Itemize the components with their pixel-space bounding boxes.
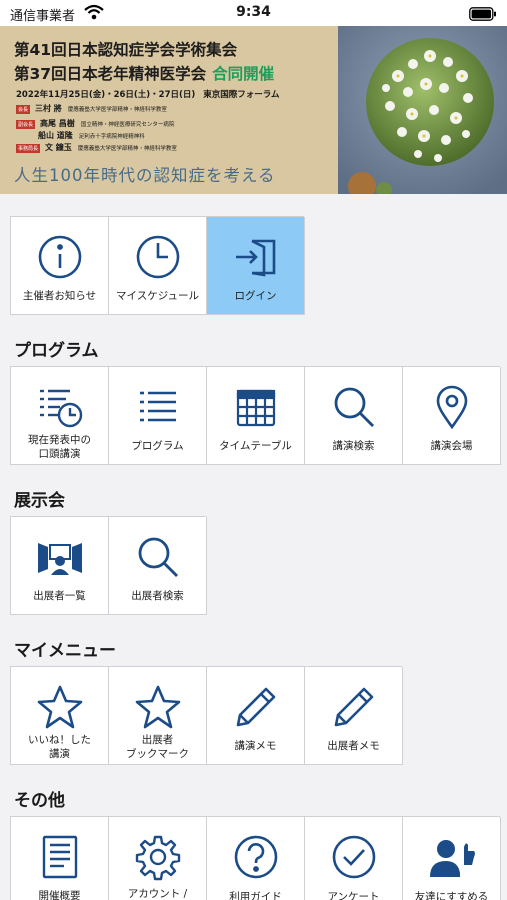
lecture-memo-button[interactable]: 講演メモ xyxy=(207,667,305,765)
exhibitor-bookmark-label: 出展者 ブックマーク xyxy=(126,734,189,760)
section-title-other: その他 xyxy=(14,791,65,811)
timetable-label: タイムテーブル xyxy=(219,440,292,452)
recommend-button[interactable]: 友達にすすめる xyxy=(403,817,501,900)
survey-button[interactable]: アンケート xyxy=(305,817,403,900)
now-presenting-icon xyxy=(11,381,108,433)
document-icon xyxy=(11,831,108,883)
lecture-venue-label: 講演会場 xyxy=(430,440,473,452)
info-icon xyxy=(11,231,108,283)
section-title-program: プログラム xyxy=(14,341,99,361)
program-label: プログラム xyxy=(131,440,184,452)
user-guide-label: 利用ガイド xyxy=(229,891,282,900)
top-menu-grid: 主催者お知らせ マイスケジュール ログイン xyxy=(10,216,305,315)
lecture-venue-button[interactable]: 講演会場 xyxy=(403,367,501,465)
pencil-icon xyxy=(207,681,304,733)
my-schedule-label: マイスケジュール xyxy=(116,290,199,302)
exhibition-grid: 出展者一覧 出展者検索 xyxy=(10,516,207,615)
exhibitor-memo-label: 出展者メモ xyxy=(327,740,380,752)
exhibitor-list-label: 出展者一覧 xyxy=(33,590,86,602)
banner-flower-globe-art xyxy=(338,26,507,194)
pencil-icon xyxy=(305,681,402,733)
recommend-icon xyxy=(403,831,500,883)
search-icon xyxy=(305,381,402,433)
star-icon xyxy=(109,681,206,733)
exhibitor-memo-button[interactable]: 出展者メモ xyxy=(305,667,403,765)
battery-icon xyxy=(469,6,497,25)
lecture-memo-label: 講演メモ xyxy=(234,740,277,752)
login-label: ログイン xyxy=(234,290,277,302)
login-icon xyxy=(207,231,304,283)
search-icon xyxy=(109,531,206,583)
banner-joint-label: 合同開催 xyxy=(212,65,275,83)
program-button[interactable]: プログラム xyxy=(109,367,207,465)
exhibitor-booth-icon xyxy=(11,531,108,583)
banner-dates: 2022年11月25日(金)・26日(土)・27日(日) 東京国際フォーラム xyxy=(16,90,280,100)
map-pin-icon xyxy=(403,381,500,433)
gear-icon xyxy=(109,831,206,883)
notices-label: 主催者お知らせ xyxy=(22,290,97,302)
exhibitor-search-button[interactable]: 出展者検索 xyxy=(109,517,207,615)
my-schedule-button[interactable]: マイスケジュール xyxy=(109,217,207,315)
other-grid: 開催概要 アカウント / 利用ガイド アンケート 友達にすすめる xyxy=(10,816,501,900)
exhibitor-bookmark-button[interactable]: 出展者 ブックマーク xyxy=(109,667,207,765)
lecture-search-label: 講演検索 xyxy=(332,440,375,452)
user-guide-button[interactable]: 利用ガイド xyxy=(207,817,305,900)
now-presenting-button[interactable]: 現在発表中の 口頭講演 xyxy=(11,367,109,465)
event-overview-button[interactable]: 開催概要 xyxy=(11,817,109,900)
timetable-button[interactable]: タイムテーブル xyxy=(207,367,305,465)
help-icon xyxy=(207,831,304,883)
lecture-search-button[interactable]: 講演検索 xyxy=(305,367,403,465)
check-circle-icon xyxy=(305,831,402,883)
conference-banner[interactable]: 第41回日本認知症学会学術集会 第37回日本老年精神医学会 合同開催 2022年1… xyxy=(0,26,507,194)
exhibitor-search-label: 出展者検索 xyxy=(131,590,184,602)
program-grid: 現在発表中の 口頭講演 プログラム タイムテーブル 講演検索 講演会場 xyxy=(10,366,501,465)
status-bar: 通信事業者 9:34 xyxy=(0,0,507,26)
recommend-label: 友達にすすめる xyxy=(414,891,489,900)
banner-role-row: 副会長 高尾 昌樹 国立精神・神経医療研究センター病院 xyxy=(16,119,175,129)
banner-role-row: 事務局長文 鐘玉 慶應義塾大学医学部精神・神経科学教室 xyxy=(16,143,177,153)
status-time: 9:34 xyxy=(236,4,271,20)
clock-icon xyxy=(109,231,206,283)
banner-title-line1: 第41回日本認知症学会学術集会 xyxy=(14,41,238,59)
banner-slogan: 人生100年時代の認知症を考える xyxy=(14,166,276,185)
liked-lectures-label: いいね！した 講演 xyxy=(28,734,91,760)
banner-venue: 東京国際フォーラム xyxy=(203,90,280,100)
account-label: アカウント / xyxy=(127,888,188,900)
banner-role-row: 会長 三村 將慶應義塾大学医学部精神・神経科学教室 xyxy=(16,104,167,114)
section-title-my-menu: マイメニュー xyxy=(14,641,116,661)
notices-button[interactable]: 主催者お知らせ xyxy=(11,217,109,315)
list-icon xyxy=(109,381,206,433)
liked-lectures-button[interactable]: いいね！した 講演 xyxy=(11,667,109,765)
account-button[interactable]: アカウント / xyxy=(109,817,207,900)
event-overview-label: 開催概要 xyxy=(38,890,81,900)
login-button[interactable]: ログイン xyxy=(207,217,305,315)
star-icon xyxy=(11,681,108,733)
exhibitor-list-button[interactable]: 出展者一覧 xyxy=(11,517,109,615)
calendar-icon xyxy=(207,381,304,433)
my-menu-grid: いいね！した 講演 出展者 ブックマーク 講演メモ 出展者メモ xyxy=(10,666,403,765)
section-title-exhibition: 展示会 xyxy=(14,491,65,511)
banner-role-row: 船山 道隆 足利赤十字病院神経精神科 xyxy=(38,131,145,140)
now-presenting-label: 現在発表中の 口頭講演 xyxy=(28,434,91,460)
survey-label: アンケート xyxy=(327,891,380,900)
banner-title-line2: 第37回日本老年精神医学会 合同開催 xyxy=(14,65,275,83)
